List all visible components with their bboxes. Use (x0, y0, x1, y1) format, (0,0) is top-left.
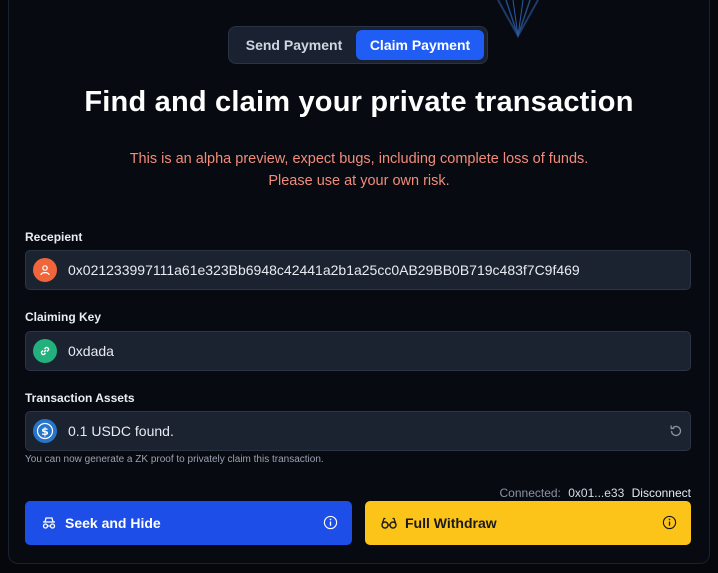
refresh-icon[interactable] (668, 423, 684, 439)
decorative-ray-graphic (497, 0, 539, 39)
warning-line-2: Please use at your own risk. (268, 173, 450, 189)
info-icon[interactable] (662, 515, 677, 530)
seek-and-hide-button[interactable]: Seek and Hide (25, 501, 352, 545)
seek-and-hide-label: Seek and Hide (65, 515, 161, 531)
page-title: Find and claim your private transaction (84, 86, 634, 118)
tab-send-payment[interactable]: Send Payment (233, 30, 355, 60)
connected-address: 0x01...e33 (568, 486, 625, 500)
connected-label: Connected: (499, 486, 561, 500)
transaction-assets-field: $ 0.1 USDC found. (25, 411, 691, 451)
svg-text:$: $ (41, 425, 49, 438)
recipient-value: 0x021233997111a61e323Bb6948c42441a2b1a25… (68, 262, 580, 278)
recipient-label: Recepient (25, 230, 83, 244)
glasses-icon (381, 517, 397, 529)
usdc-icon: $ (33, 419, 57, 443)
transaction-assets-label: Transaction Assets (25, 391, 135, 405)
assets-value: 0.1 USDC found. (68, 423, 174, 439)
full-withdraw-button[interactable]: Full Withdraw (365, 501, 691, 545)
user-icon (33, 258, 57, 282)
claiming-key-field[interactable]: 0xdada (25, 331, 691, 371)
alpha-warning: This is an alpha preview, expect bugs, i… (0, 148, 718, 192)
zk-proof-hint: You can now generate a ZK proof to priva… (25, 454, 324, 465)
tab-claim-payment[interactable]: Claim Payment (356, 30, 484, 60)
claiming-key-label: Claiming Key (25, 310, 102, 324)
info-icon[interactable] (323, 515, 338, 530)
payment-mode-tabs: Send Payment Claim Payment (228, 26, 488, 64)
incognito-icon (42, 517, 56, 529)
disconnect-link[interactable]: Disconnect (632, 486, 691, 500)
warning-line-1: This is an alpha preview, expect bugs, i… (129, 151, 589, 167)
link-icon (33, 339, 57, 363)
wallet-connection: Connected: 0x01...e33 Disconnect (500, 486, 692, 500)
recipient-field[interactable]: 0x021233997111a61e323Bb6948c42441a2b1a25… (25, 250, 691, 290)
claiming-key-value: 0xdada (68, 343, 114, 359)
full-withdraw-label: Full Withdraw (405, 515, 497, 531)
